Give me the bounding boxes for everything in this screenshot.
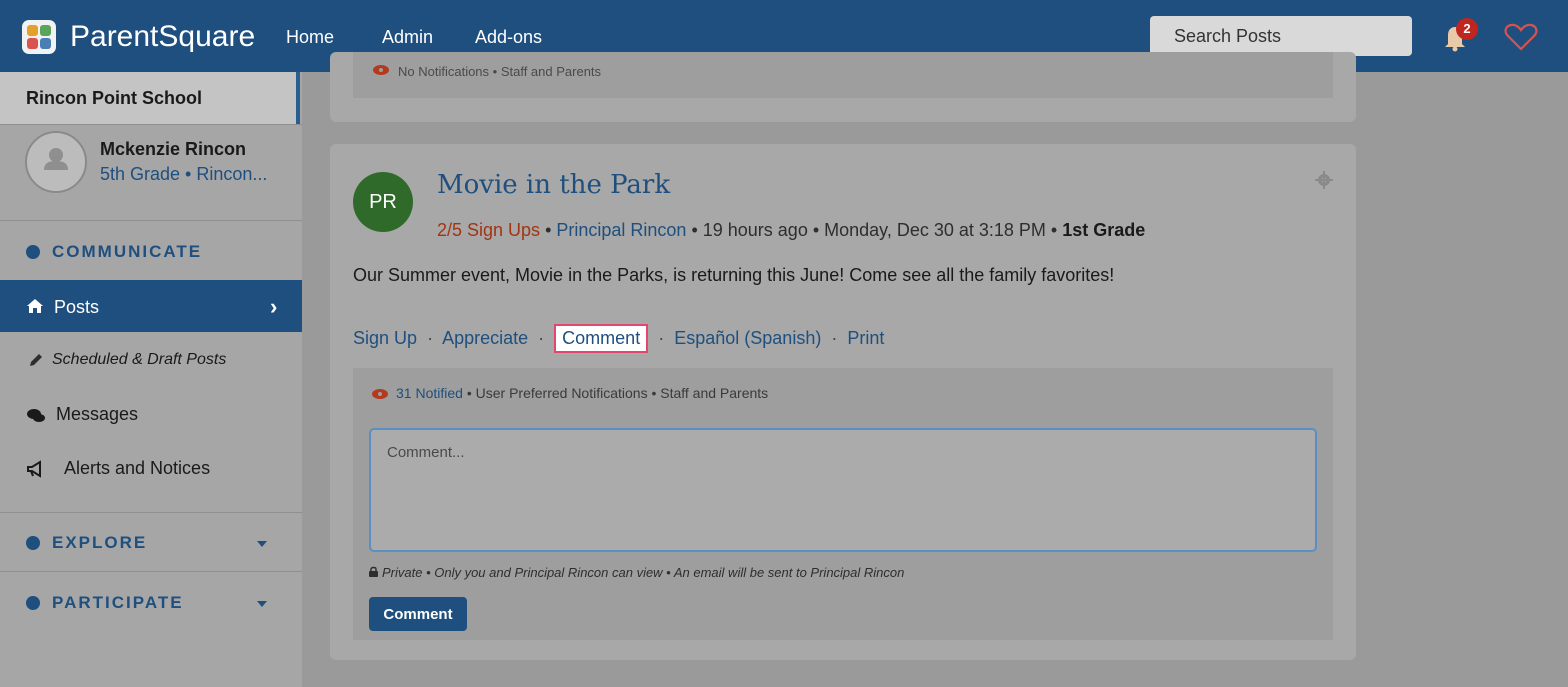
lock-icon bbox=[369, 566, 378, 577]
sidebar-item-posts[interactable] bbox=[0, 280, 302, 332]
post-title[interactable]: Movie in the Park bbox=[437, 170, 670, 200]
eye-icon bbox=[373, 65, 389, 75]
sidebar-item-posts-label: Posts bbox=[54, 297, 100, 317]
post-audience-grade: 1st Grade bbox=[1062, 220, 1146, 240]
signups-count[interactable]: 2/5 Sign Ups bbox=[437, 220, 540, 240]
divider bbox=[0, 571, 302, 572]
explore-section-icon bbox=[26, 536, 40, 550]
spanish-translation-link[interactable]: Español (Spanish) bbox=[674, 328, 821, 348]
communicate-section-icon bbox=[26, 245, 40, 259]
participate-section-icon bbox=[26, 596, 40, 610]
action-separator: · bbox=[658, 328, 665, 348]
gear-icon[interactable] bbox=[1314, 170, 1334, 190]
previous-post-notifications: No Notifications • Staff and Parents bbox=[398, 64, 602, 79]
chat-bubbles-icon bbox=[27, 409, 45, 422]
post-actions: Sign Up · Appreciate · Comment · Español… bbox=[353, 324, 884, 353]
appreciate-link[interactable]: Appreciate bbox=[442, 328, 528, 348]
post-meta: 2/5 Sign Ups • Principal Rincon • 19 hou… bbox=[437, 220, 1145, 241]
heart-icon[interactable] bbox=[1504, 22, 1538, 52]
divider bbox=[0, 124, 302, 125]
chevron-down-icon[interactable] bbox=[257, 601, 267, 607]
post-timestamp: • 19 hours ago • Monday, Dec 30 at 3:18 … bbox=[686, 220, 1063, 240]
signup-link[interactable]: Sign Up bbox=[353, 328, 417, 348]
pencil-icon bbox=[30, 354, 42, 366]
avatar[interactable] bbox=[25, 131, 87, 193]
nav-add-ons[interactable]: Add-ons bbox=[475, 27, 542, 47]
chevron-right-icon: › bbox=[270, 294, 278, 319]
post-author-link[interactable]: Principal Rincon bbox=[556, 220, 686, 240]
megaphone-icon bbox=[27, 460, 41, 478]
school-name: Rincon Point School bbox=[26, 88, 202, 108]
notification-details: • User Preferred Notifications • Staff a… bbox=[462, 385, 769, 401]
user-avatar-icon bbox=[44, 148, 68, 170]
sidebar-item-messages[interactable]: Messages bbox=[56, 404, 138, 425]
action-separator: · bbox=[831, 328, 838, 348]
sidebar-item-scheduled-drafts[interactable]: Scheduled & Draft Posts bbox=[52, 351, 226, 369]
comment-textarea[interactable] bbox=[369, 428, 1317, 552]
author-avatar[interactable]: PR bbox=[353, 172, 413, 232]
comment-link[interactable]: Comment bbox=[554, 324, 649, 353]
meta-separator: • bbox=[540, 220, 557, 240]
chevron-down-icon[interactable] bbox=[257, 541, 267, 547]
action-separator: · bbox=[538, 328, 545, 348]
search-posts-input[interactable] bbox=[1150, 16, 1412, 56]
private-comment-note: Private • Only you and Principal Rincon … bbox=[382, 565, 905, 580]
notified-count-link[interactable]: 31 Notified bbox=[396, 385, 463, 401]
divider bbox=[0, 220, 302, 221]
section-explore[interactable]: EXPLORE bbox=[52, 533, 147, 553]
nav-admin[interactable]: Admin bbox=[382, 27, 433, 47]
section-communicate[interactable]: COMMUNICATE bbox=[52, 242, 202, 262]
parentsquare-logo-icon bbox=[22, 20, 56, 54]
action-separator: · bbox=[427, 328, 434, 348]
user-grade-school[interactable]: 5th Grade • Rincon... bbox=[100, 164, 280, 185]
print-link[interactable]: Print bbox=[847, 328, 884, 348]
divider bbox=[0, 512, 302, 513]
user-name[interactable]: Mckenzie Rincon bbox=[100, 139, 246, 160]
nav-home[interactable]: Home bbox=[286, 27, 334, 47]
eye-icon bbox=[372, 389, 388, 399]
brand-name[interactable]: ParentSquare bbox=[70, 21, 255, 53]
section-participate[interactable]: PARTICIPATE bbox=[52, 593, 184, 613]
post-body: Our Summer event, Movie in the Parks, is… bbox=[353, 265, 1115, 285]
submit-comment-button[interactable]: Comment bbox=[369, 597, 467, 631]
post-notification-summary: 31 Notified • User Preferred Notificatio… bbox=[396, 385, 768, 401]
sidebar-item-alerts[interactable]: Alerts and Notices bbox=[64, 458, 210, 479]
home-icon bbox=[27, 299, 43, 313]
notification-count-badge: 2 bbox=[1456, 18, 1478, 40]
